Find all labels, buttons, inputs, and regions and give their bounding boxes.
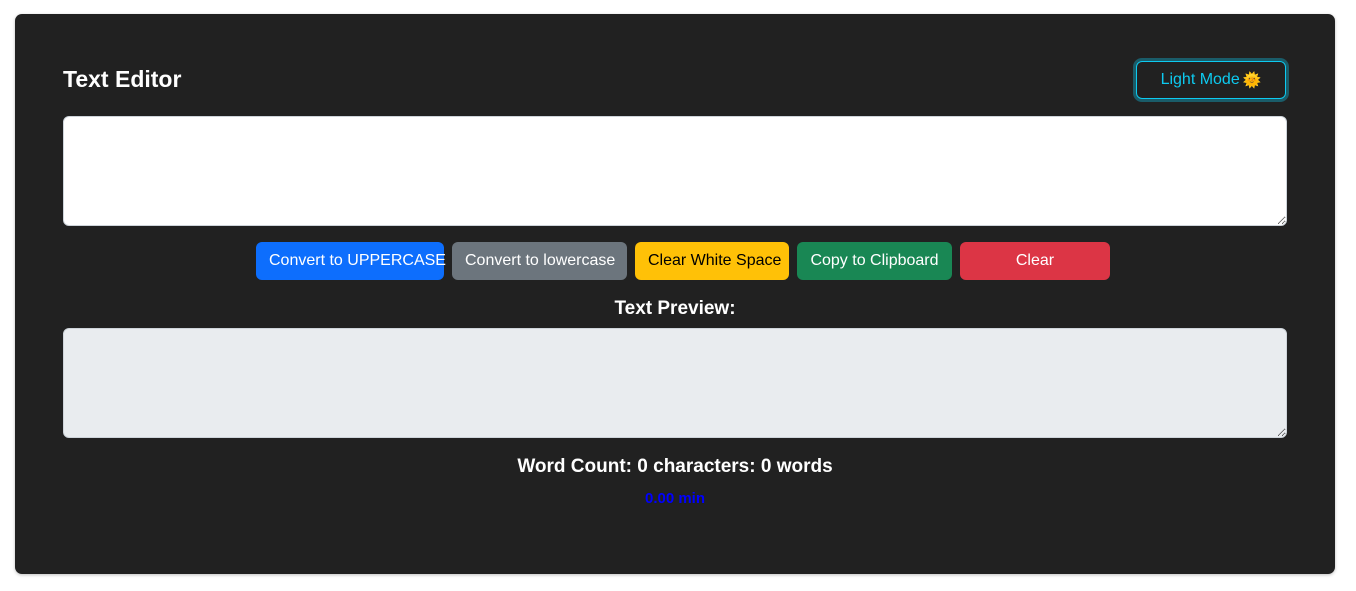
text-input[interactable] bbox=[63, 116, 1287, 226]
action-buttons: Convert to UPPERCASE Convert to lowercas… bbox=[15, 242, 1335, 280]
convert-lowercase-button[interactable]: Convert to lowercase bbox=[452, 242, 627, 280]
convert-uppercase-button[interactable]: Convert to UPPERCASE bbox=[256, 242, 446, 280]
light-mode-label: Light Mode bbox=[1160, 71, 1240, 88]
light-mode-toggle-button[interactable]: Light Mode 🌞 bbox=[1136, 61, 1286, 99]
text-preview[interactable] bbox=[63, 328, 1287, 438]
text-editor-card: Text Editor Light Mode 🌞 Convert to UPPE… bbox=[15, 14, 1335, 574]
clear-white-space-button[interactable]: Clear White Space bbox=[635, 242, 789, 280]
sun-icon: 🌞 bbox=[1242, 71, 1262, 89]
read-time: 0.00 min bbox=[644, 490, 706, 507]
copy-to-clipboard-button[interactable]: Copy to Clipboard bbox=[797, 242, 952, 280]
word-count: Word Count: 0 characters: 0 words bbox=[517, 456, 833, 477]
page-title: Text Editor bbox=[63, 66, 182, 92]
preview-heading: Text Preview: bbox=[614, 298, 736, 319]
clear-button[interactable]: Clear bbox=[960, 242, 1110, 280]
